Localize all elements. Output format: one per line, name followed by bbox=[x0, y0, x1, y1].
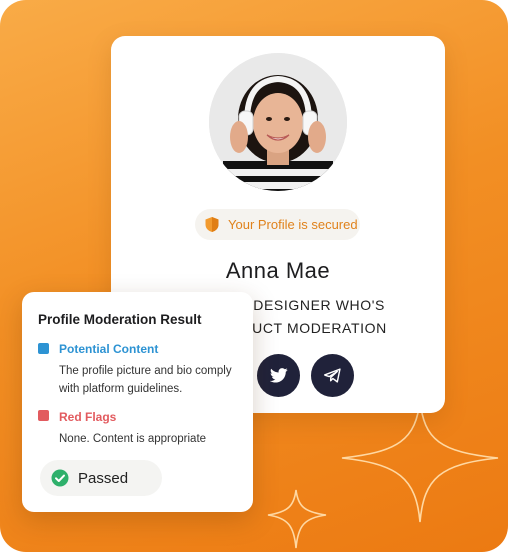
avatar bbox=[209, 53, 347, 191]
telegram-icon bbox=[324, 368, 341, 383]
red-flags-label: Red Flags bbox=[59, 410, 117, 424]
potential-content-label: Potential Content bbox=[59, 342, 159, 356]
security-badge-text: Your Profile is secured bbox=[228, 217, 358, 232]
check-circle-icon bbox=[51, 469, 69, 487]
profile-photo bbox=[209, 53, 347, 191]
red-flags-description: None. Content is appropriate bbox=[59, 433, 207, 445]
potential-content-marker bbox=[38, 343, 49, 354]
twitter-button[interactable] bbox=[257, 354, 300, 397]
shield-icon bbox=[205, 217, 219, 232]
telegram-button[interactable] bbox=[311, 354, 354, 397]
moderation-result-card: Profile Moderation Result Potential Cont… bbox=[22, 292, 253, 512]
moderation-title: Profile Moderation Result bbox=[38, 312, 202, 327]
profile-name: Anna Mae bbox=[225, 258, 331, 283]
security-badge: Your Profile is secured bbox=[195, 209, 360, 240]
twitter-icon bbox=[269, 368, 288, 383]
red-flags-marker bbox=[38, 410, 49, 421]
potential-content-description: The profile picture and bio comply with … bbox=[59, 365, 232, 395]
passed-status-text: Passed bbox=[78, 469, 129, 487]
passed-status-badge: Passed bbox=[40, 460, 162, 496]
